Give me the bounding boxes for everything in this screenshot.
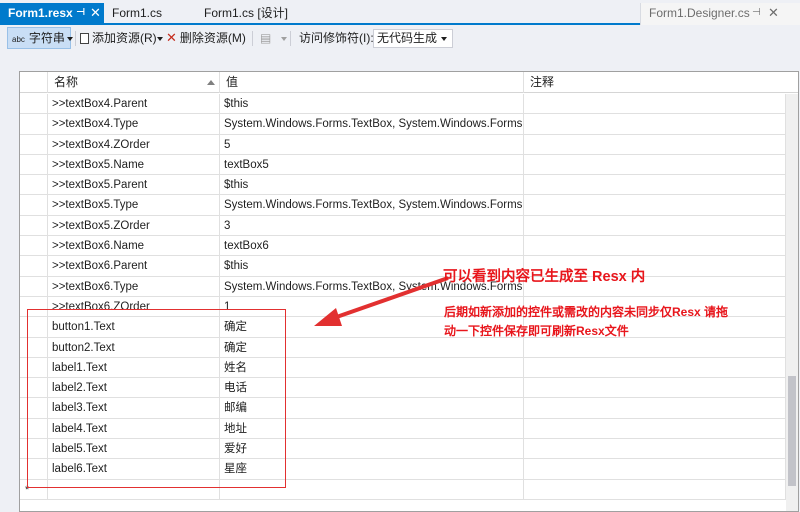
tab-form1-resx[interactable]: Form1.resx ⊣ ✕ — [0, 3, 104, 25]
tab-form1-cs[interactable]: Form1.cs — [104, 3, 200, 25]
grid-header: 名称 值 注释 — [20, 72, 798, 93]
table-row[interactable]: >>textBox5.ZOrder 3 — [20, 215, 786, 237]
access-modifier-label: 访问修饰符(I): — [299, 31, 374, 45]
cell-name[interactable]: >>textBox4.ZOrder — [48, 134, 220, 155]
toolbar-separator — [252, 31, 253, 46]
tab-label: Form1.cs — [112, 6, 163, 20]
cell-value[interactable]: 5 — [220, 134, 524, 155]
pin-icon[interactable]: ⊣ — [752, 3, 761, 23]
annotation-arrow — [314, 276, 449, 326]
table-row[interactable]: >>textBox5.Type System.Windows.Forms.Text… — [20, 195, 786, 216]
cell-value[interactable]: $this — [220, 175, 524, 196]
chevron-down-icon[interactable] — [278, 27, 287, 49]
strings-dropdown[interactable]: abc 字符串 — [7, 27, 71, 49]
cell-comment[interactable] — [524, 398, 786, 419]
cell-comment[interactable] — [524, 175, 786, 196]
view-icon[interactable]: ▤ — [260, 27, 271, 49]
tab-form1-designer-view[interactable]: Form1.cs [设计] — [196, 3, 306, 25]
cell-value[interactable]: System.Windows.Forms.TextBox, System.Win… — [220, 195, 524, 216]
cell-name[interactable]: >>textBox5.Name — [48, 154, 220, 175]
cell-comment[interactable] — [524, 134, 786, 155]
row-selector[interactable] — [20, 236, 48, 257]
highlight-box — [27, 309, 286, 488]
access-modifier-value: 无代码生成 — [377, 31, 438, 45]
cell-comment[interactable] — [524, 418, 786, 439]
cell-comment[interactable] — [524, 215, 786, 236]
annotation-headline: 可以看到内容已生成至 Resx 内 — [443, 269, 646, 285]
vertical-scrollbar[interactable] — [786, 94, 798, 511]
close-icon[interactable]: ✕ — [768, 3, 779, 23]
cell-comment[interactable] — [524, 94, 786, 114]
access-modifier-select[interactable]: 无代码生成 — [373, 29, 453, 48]
remove-resource-label: 删除资源(M) — [179, 31, 246, 45]
chevron-down-icon[interactable] — [64, 27, 73, 49]
cell-comment[interactable] — [524, 195, 786, 216]
cell-comment[interactable] — [524, 357, 786, 378]
table-row[interactable]: >>textBox4.ZOrder 5 — [20, 134, 786, 155]
pin-icon[interactable]: ⊣ — [76, 3, 85, 23]
row-selector[interactable] — [20, 134, 48, 155]
add-resource-button[interactable]: 添加资源(R) — [80, 27, 157, 49]
row-header-corner — [20, 72, 48, 93]
row-selector[interactable] — [20, 215, 48, 236]
cell-name[interactable]: >>textBox4.Parent — [48, 94, 220, 114]
table-row[interactable]: >>textBox5.Parent $this — [20, 175, 786, 196]
row-selector[interactable] — [20, 154, 48, 175]
add-resource-label: 添加资源(R) — [92, 31, 157, 45]
chevron-down-icon — [441, 37, 447, 41]
tab-form1-designer-cs[interactable]: Form1.Designer.cs ⊣ ✕ — [640, 3, 800, 25]
cell-comment[interactable] — [524, 378, 786, 399]
cell-comment[interactable] — [524, 439, 786, 460]
cell-name[interactable]: >>textBox5.Parent — [48, 175, 220, 196]
resource-toolbar: abc 字符串 添加资源(R) ✕ 删除资源(M) ▤ 访问修饰符(I): 无代码生… — [0, 27, 800, 49]
cell-comment[interactable] — [524, 154, 786, 175]
close-icon[interactable]: ✕ — [90, 3, 101, 23]
chevron-down-icon[interactable] — [154, 27, 163, 49]
row-selector[interactable] — [20, 94, 48, 114]
row-selector[interactable] — [20, 195, 48, 216]
row-selector[interactable] — [20, 256, 48, 277]
strings-label: 字符串 — [28, 31, 65, 45]
cell-name[interactable]: >>textBox6.Parent — [48, 256, 220, 277]
row-selector[interactable] — [20, 175, 48, 196]
cell-value[interactable]: 3 — [220, 215, 524, 236]
strings-icon: abc — [12, 35, 25, 44]
cell-value[interactable]: textBox6 — [220, 236, 524, 257]
tab-label: Form1.Designer.cs — [649, 6, 750, 20]
tab-label: Form1.resx — [8, 6, 73, 20]
cell-value[interactable]: System.Windows.Forms.TextBox, System.Win… — [220, 114, 524, 135]
column-header-comment[interactable]: 注释 — [524, 72, 786, 93]
cell-name[interactable]: >>textBox6.Type — [48, 276, 220, 297]
table-row[interactable]: >>textBox6.Name textBox6 — [20, 236, 786, 257]
cell-comment[interactable] — [524, 236, 786, 257]
cell-name[interactable]: >>textBox4.Type — [48, 114, 220, 135]
remove-resource-button[interactable]: ✕ 删除资源(M) — [166, 27, 246, 49]
cell-comment[interactable] — [524, 479, 786, 500]
delete-icon: ✕ — [166, 30, 177, 45]
annotation-note: 后期如新添加的控件或需改的内容未同步仅Resx 请拖动一下控件保存即可刷新Res… — [444, 305, 729, 338]
table-row[interactable]: >>textBox4.Parent $this — [20, 94, 786, 115]
document-tab-strip: Form1.resx ⊣ ✕ Form1.cs Form1.cs [设计] Fo… — [0, 0, 800, 25]
cell-value[interactable]: $this — [220, 94, 524, 114]
tab-label: Form1.cs [设计] — [204, 6, 289, 20]
sort-ascending-icon — [207, 80, 215, 85]
column-header-value[interactable]: 值 — [220, 72, 524, 93]
toolbar-separator — [75, 31, 76, 46]
cell-name[interactable]: >>textBox5.ZOrder — [48, 215, 220, 236]
row-selector[interactable] — [20, 276, 48, 297]
row-selector[interactable] — [20, 114, 48, 135]
column-header-name[interactable]: 名称 — [48, 72, 220, 93]
table-row[interactable]: >>textBox4.Type System.Windows.Forms.Text… — [20, 114, 786, 135]
scrollbar-thumb[interactable] — [788, 376, 796, 486]
add-file-icon — [80, 33, 89, 45]
cell-comment[interactable] — [524, 114, 786, 135]
cell-value[interactable]: textBox5 — [220, 154, 524, 175]
cell-name[interactable]: >>textBox6.Name — [48, 236, 220, 257]
table-row[interactable]: >>textBox5.Name textBox5 — [20, 154, 786, 176]
cell-name[interactable]: >>textBox5.Type — [48, 195, 220, 216]
cell-comment[interactable] — [524, 459, 786, 480]
toolbar-separator — [290, 31, 291, 46]
